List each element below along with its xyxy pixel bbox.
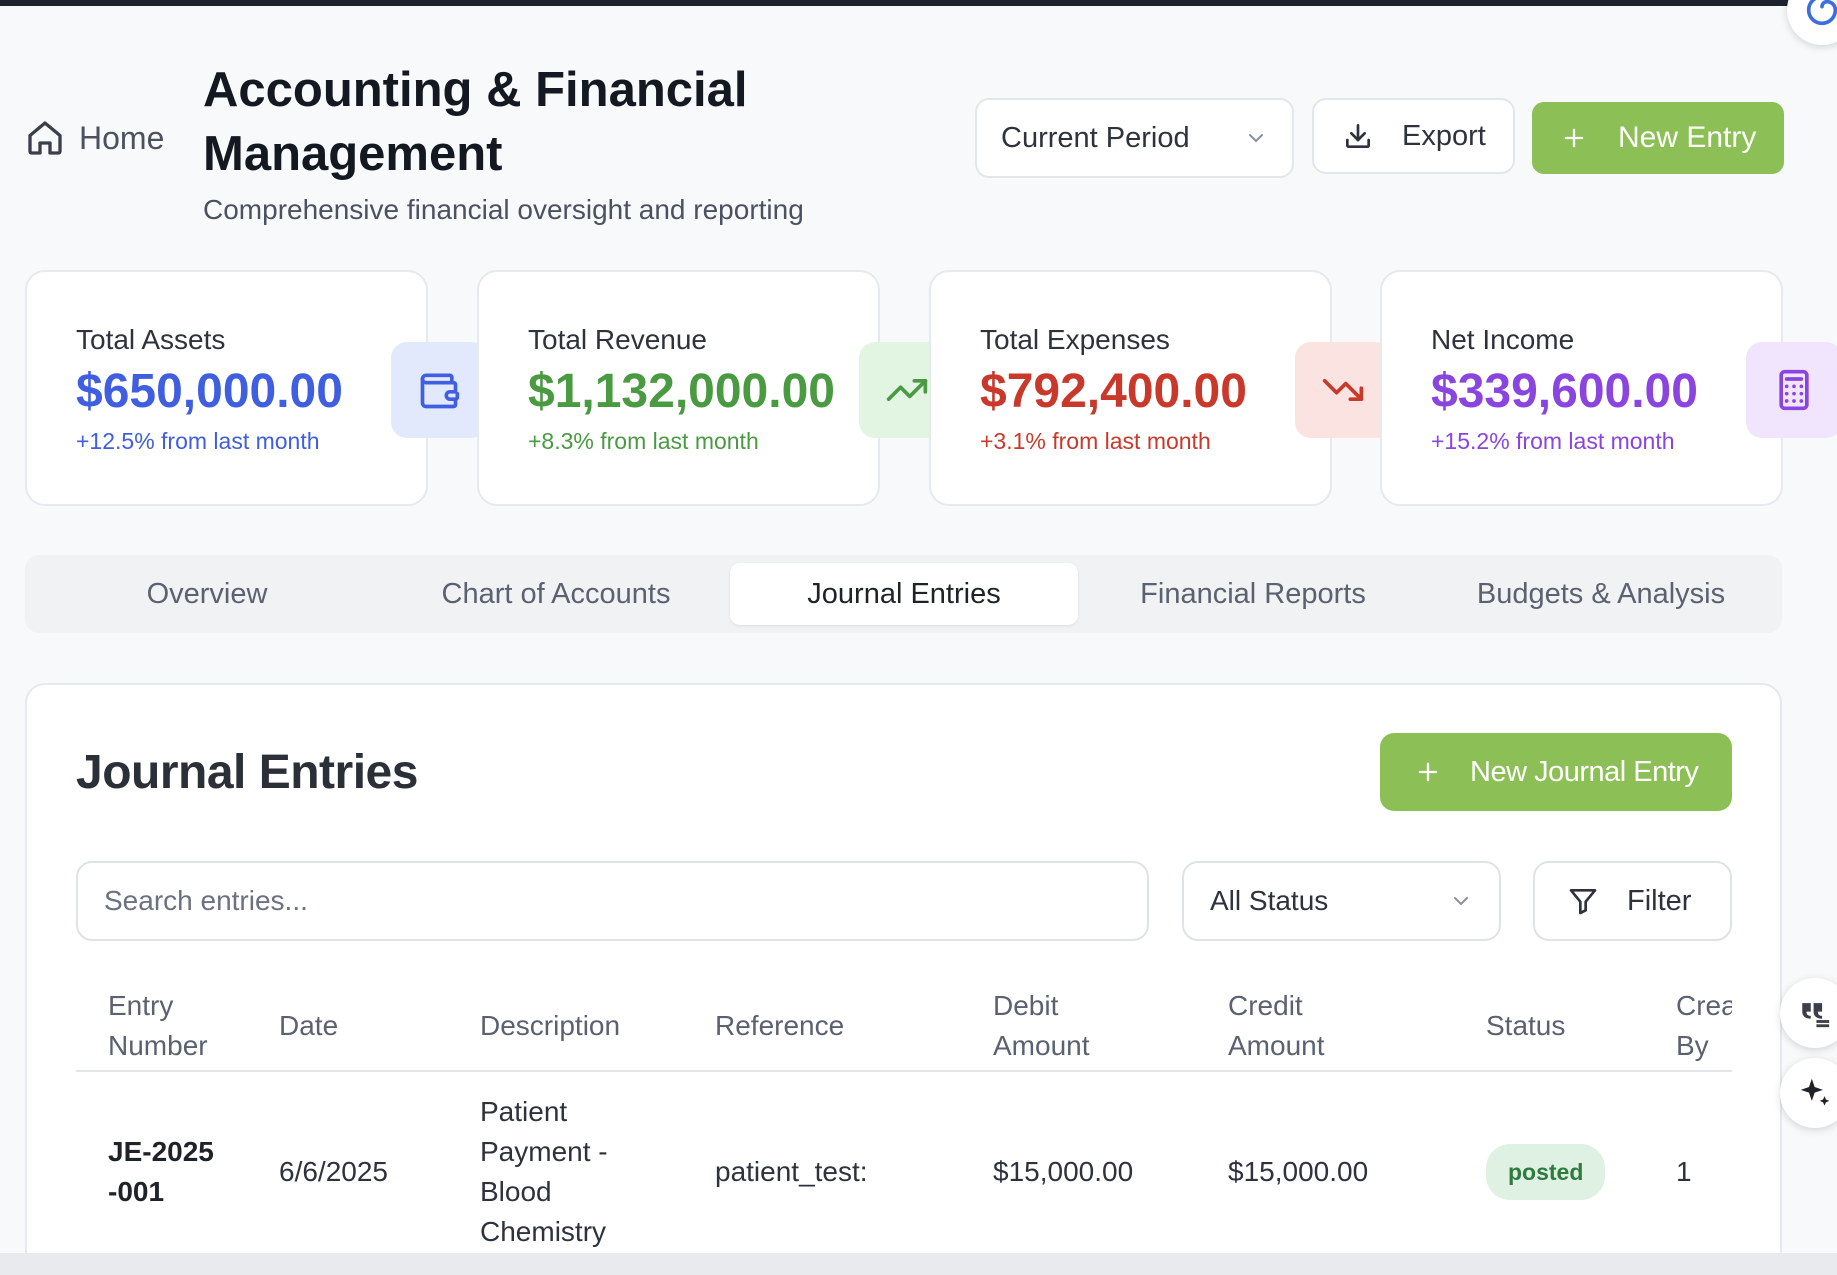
cell-entry-number: JE-2025-001 [108, 1136, 214, 1207]
cell-created-by: 1 [1676, 1156, 1692, 1187]
home-icon [28, 121, 62, 155]
new-entry-label: New Entry [1618, 121, 1757, 154]
tab-budgets-analysis[interactable]: Budgets & Analysis [1427, 563, 1775, 625]
tab-bar: Overview Chart of Accounts Journal Entri… [25, 555, 1782, 633]
assistant-logo-button[interactable] [1787, 0, 1837, 45]
tab-journal-entries[interactable]: Journal Entries [730, 563, 1078, 625]
export-button[interactable]: Export [1312, 98, 1515, 174]
filter-label: Filter [1627, 884, 1692, 917]
stat-value: $339,600.00 [1431, 365, 1698, 418]
search-placeholder: Search entries... [104, 885, 308, 916]
tab-chart-of-accounts[interactable]: Chart of Accounts [382, 563, 730, 625]
new-entry-button[interactable]: New Entry [1532, 102, 1784, 174]
column-header-status[interactable]: Status [1486, 980, 1565, 1072]
column-header-credit-amount[interactable]: Credit Amount [1228, 980, 1358, 1072]
page-subtitle: Comprehensive financial oversight and re… [203, 194, 804, 225]
swirl-logo-icon [1806, 0, 1837, 26]
quote-button[interactable] [1780, 978, 1837, 1048]
status-select-value: All Status [1210, 885, 1329, 916]
stat-value: $1,132,000.00 [528, 365, 835, 418]
tab-financial-reports[interactable]: Financial Reports [1079, 563, 1427, 625]
cell-date: 6/6/2025 [279, 1156, 388, 1187]
stats-row: Total Assets $650,000.00 +12.5% from las… [25, 270, 1837, 506]
cell-credit-amount: $15,000.00 [1228, 1156, 1369, 1187]
stat-change: +15.2% from last month [1431, 428, 1675, 454]
search-input[interactable]: Search entries... [76, 861, 1149, 941]
stat-card-total-expenses: Total Expenses $792,400.00 +3.1% from la… [929, 270, 1391, 506]
cell-description: Patient Payment - Blood Chemistry [480, 1096, 608, 1247]
page-header: Home Accounting & Financial Management C… [25, 58, 1785, 228]
stat-label: Total Assets [76, 324, 226, 355]
chevron-down-icon [1249, 134, 1263, 143]
download-icon [1346, 124, 1370, 148]
trending-down-icon [1295, 342, 1391, 438]
period-select[interactable]: Current Period [975, 98, 1294, 178]
column-header-entry-number[interactable]: Entry Number [108, 980, 248, 1072]
stat-label: Total Revenue [528, 324, 708, 355]
chevron-down-icon [1454, 897, 1468, 906]
calculator-icon [1746, 342, 1837, 438]
table-row[interactable]: JE-2025-001 6/6/2025 Patient Payment - B… [76, 1072, 1732, 1272]
period-select-value: Current Period [1001, 121, 1190, 154]
column-header-date[interactable]: Date [279, 980, 338, 1072]
cell-status: posted [1486, 1072, 1606, 1272]
new-journal-entry-button[interactable]: New Journal Entry [1380, 733, 1732, 811]
journal-entries-panel: Journal Entries New Journal Entry Search… [25, 683, 1782, 1275]
column-header-created-by[interactable]: Created By [1676, 980, 1732, 1072]
stat-value: $650,000.00 [76, 365, 343, 418]
stat-change: +3.1% from last month [980, 428, 1211, 454]
home-link[interactable]: Home [25, 118, 164, 158]
stat-change: +8.3% from last month [528, 428, 759, 454]
stat-change: +12.5% from last month [76, 428, 320, 454]
column-header-debit-amount[interactable]: Debit Amount [993, 980, 1123, 1072]
plus-icon [1418, 762, 1438, 782]
filter-button[interactable]: Filter [1533, 861, 1732, 941]
home-label: Home [79, 119, 165, 156]
plus-icon [1564, 128, 1584, 148]
table-header: Entry Number Date Description Reference … [76, 980, 1732, 1072]
tab-overview[interactable]: Overview [33, 563, 381, 625]
filter-icon [1569, 889, 1597, 915]
quote-icon [1802, 1003, 1830, 1028]
status-badge: posted [1486, 1144, 1606, 1200]
stat-card-total-revenue: Total Revenue $1,132,000.00 +8.3% from l… [477, 270, 955, 506]
stat-card-total-assets: Total Assets $650,000.00 +12.5% from las… [25, 270, 487, 506]
status-select[interactable]: All Status [1182, 861, 1501, 941]
column-header-reference[interactable]: Reference [715, 980, 844, 1072]
top-border [0, 0, 1837, 6]
bottom-scrollbar[interactable] [0, 1253, 1837, 1275]
column-header-description[interactable]: Description [480, 980, 620, 1072]
title-block: Accounting & Financial Management Compre… [203, 58, 804, 226]
stat-label: Net Income [1431, 324, 1575, 355]
journal-table: Entry Number Date Description Reference … [76, 980, 1732, 1272]
new-journal-entry-label: New Journal Entry [1470, 755, 1699, 788]
stat-label: Total Expenses [980, 324, 1170, 355]
sparkle-icon [1800, 1078, 1830, 1106]
export-label: Export [1402, 119, 1486, 152]
panel-title: Journal Entries [76, 746, 418, 799]
ai-sparkle-button[interactable] [1780, 1058, 1837, 1128]
cell-debit-amount: $15,000.00 [993, 1156, 1134, 1187]
stat-card-net-income: Net Income $339,600.00 +15.2% from last … [1380, 270, 1837, 506]
cell-reference: patient_test: [715, 1156, 868, 1187]
wallet-icon [391, 342, 487, 438]
stat-value: $792,400.00 [980, 365, 1247, 418]
page-title: Accounting & Financial Management [203, 63, 748, 181]
